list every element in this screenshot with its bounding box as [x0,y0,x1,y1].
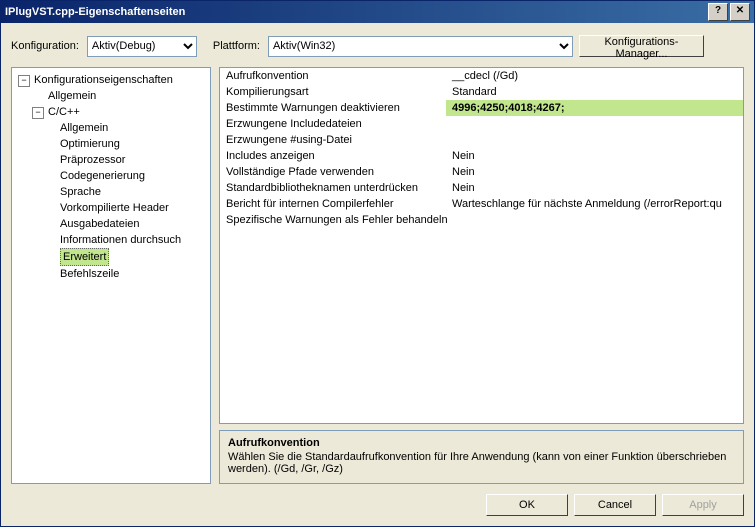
grid-row[interactable]: Standardbibliotheknamen unterdrückenNein [220,180,743,196]
ok-button[interactable]: OK [486,494,568,516]
tree-item-general[interactable]: Allgemein [14,88,208,104]
tree-item-cpp[interactable]: −C/C++ [14,104,208,120]
tree-item[interactable]: Ausgabedateien [14,216,208,232]
close-icon[interactable]: ✕ [730,3,750,21]
titlebar[interactable]: IPlugVST.cpp-Eigenschaftenseiten ? ✕ [1,1,754,23]
config-select[interactable]: Aktiv(Debug) [87,36,197,57]
grid-row[interactable]: Aufrufkonvention__cdecl (/Gd) [220,68,743,84]
collapse-icon[interactable]: − [18,75,30,87]
help-box: Aufrufkonvention Wählen Sie die Standard… [219,430,744,484]
grid-row[interactable]: Spezifische Warnungen als Fehler behande… [220,212,743,228]
property-pages-dialog: IPlugVST.cpp-Eigenschaftenseiten ? ✕ Kon… [0,0,755,527]
window-title: IPlugVST.cpp-Eigenschaftenseiten [5,6,706,18]
right-pane: Aufrufkonvention__cdecl (/Gd) Kompilieru… [219,67,744,484]
help-body: Wählen Sie die Standardaufrufkonvention … [228,451,735,475]
platform-label: Plattform: [213,40,260,52]
tree-item[interactable]: Optimierung [14,136,208,152]
grid-row[interactable]: Vollständige Pfade verwendenNein [220,164,743,180]
config-label: Konfiguration: [11,40,79,52]
config-row: Konfiguration: Aktiv(Debug) Plattform: A… [1,23,754,63]
help-icon[interactable]: ? [708,3,728,21]
cancel-button[interactable]: Cancel [574,494,656,516]
grid-row[interactable]: Bestimmte Warnungen deaktivieren4996;425… [220,100,743,116]
tree-item[interactable]: Codegenerierung [14,168,208,184]
grid-row[interactable]: KompilierungsartStandard [220,84,743,100]
grid-row[interactable]: Erzwungene Includedateien [220,116,743,132]
apply-button[interactable]: Apply [662,494,744,516]
tree-item[interactable]: Vorkompilierte Header [14,200,208,216]
tree-item[interactable]: Sprache [14,184,208,200]
property-grid[interactable]: Aufrufkonvention__cdecl (/Gd) Kompilieru… [219,67,744,424]
dialog-footer: OK Cancel Apply [1,488,754,526]
config-manager-button[interactable]: Konfigurations-Manager... [579,35,704,57]
nav-tree[interactable]: −Konfigurationseigenschaften Allgemein −… [11,67,211,484]
tree-item[interactable]: Informationen durchsuch [14,232,208,248]
platform-select[interactable]: Aktiv(Win32) [268,36,573,57]
grid-row[interactable]: Includes anzeigenNein [220,148,743,164]
collapse-icon[interactable]: − [32,107,44,119]
grid-row[interactable]: Erzwungene #using-Datei [220,132,743,148]
help-title: Aufrufkonvention [228,437,735,449]
tree-item[interactable]: Allgemein [14,120,208,136]
grid-row[interactable]: Bericht für internen CompilerfehlerWarte… [220,196,743,212]
tree-item[interactable]: Befehlszeile [14,266,208,282]
tree-item-selected[interactable]: Erweitert [14,248,208,266]
tree-item[interactable]: Präprozessor [14,152,208,168]
tree-root[interactable]: −Konfigurationseigenschaften [14,72,208,88]
